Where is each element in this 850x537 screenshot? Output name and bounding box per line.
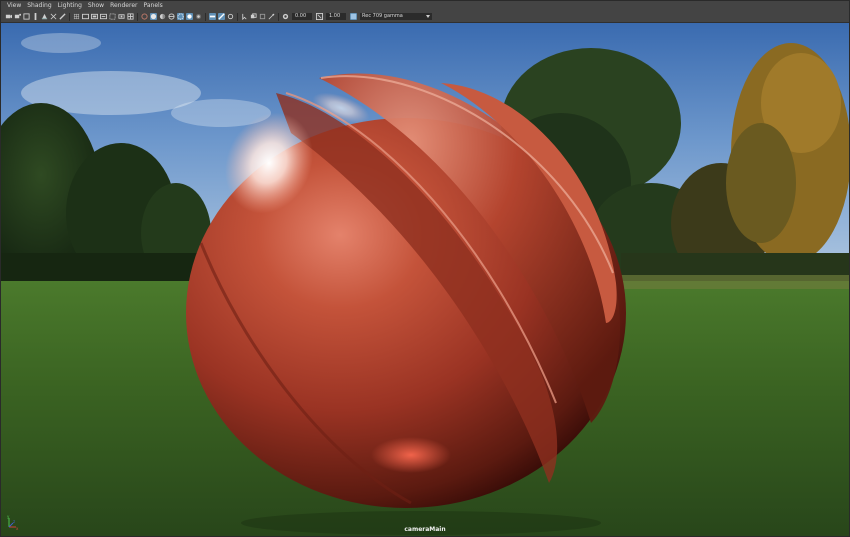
select-camera-icon[interactable] — [5, 13, 12, 20]
far-field — [621, 275, 849, 289]
shading-tools-group — [140, 13, 203, 20]
xray-active-icon[interactable] — [268, 13, 275, 20]
chevron-down-icon — [426, 15, 430, 18]
menu-show[interactable]: Show — [82, 1, 104, 11]
gate-mask-icon[interactable] — [73, 13, 80, 20]
image-plane-icon[interactable] — [32, 13, 39, 20]
render-quality-group — [208, 13, 235, 20]
toolbar-separator — [237, 12, 238, 21]
grid-icon[interactable] — [41, 13, 48, 20]
safe-title-icon[interactable] — [100, 13, 107, 20]
camera-attributes-icon[interactable] — [14, 13, 21, 20]
panel-menu-bar: View Shading Lighting Show Renderer Pane… — [1, 1, 849, 11]
bookmark-icon[interactable] — [23, 13, 30, 20]
toolbar-separator — [205, 12, 206, 21]
isolate-group — [240, 13, 276, 20]
axis-z-label: z — [13, 519, 15, 524]
color-management-group: 0.00 1.00 Rec 709 gamma — [281, 13, 432, 20]
color-management-icon[interactable] — [350, 13, 357, 20]
menu-lighting[interactable]: Lighting — [52, 1, 82, 11]
toolbar-separator — [69, 12, 70, 21]
shadows-icon[interactable] — [186, 13, 193, 20]
gamma-icon[interactable] — [316, 13, 323, 20]
color-space-value: Rec 709 gamma — [362, 13, 403, 19]
gamma-input[interactable]: 1.00 — [326, 13, 346, 20]
camera-tools-group — [4, 13, 67, 20]
color-space-dropdown[interactable]: Rec 709 gamma — [360, 13, 432, 20]
exposure-icon[interactable] — [282, 13, 289, 20]
toolbar-separator — [137, 12, 138, 21]
gate-tools-group — [72, 13, 135, 20]
field-chart-icon[interactable] — [82, 13, 89, 20]
isolate-select-icon[interactable] — [241, 13, 248, 20]
camera-name-label: cameraMain — [404, 526, 446, 533]
film-gate-icon[interactable] — [50, 13, 57, 20]
menu-shading[interactable]: Shading — [21, 1, 51, 11]
viewport-scene — [1, 23, 849, 536]
motion-blur-icon[interactable] — [209, 13, 216, 20]
use-all-lights-icon[interactable] — [177, 13, 184, 20]
smooth-shade-icon[interactable] — [150, 13, 157, 20]
axis-y-label: y — [7, 515, 10, 519]
exposure-input[interactable]: 0.00 — [292, 13, 312, 20]
menu-renderer[interactable]: Renderer — [104, 1, 137, 11]
xray-joints-icon[interactable] — [259, 13, 266, 20]
menu-panels[interactable]: Panels — [137, 1, 162, 11]
xray-icon[interactable] — [250, 13, 257, 20]
toolbar-separator — [278, 12, 279, 21]
viewport-2-icon[interactable] — [127, 13, 134, 20]
menu-view[interactable]: View — [1, 1, 21, 11]
anti-aliasing-icon[interactable] — [218, 13, 225, 20]
depth-of-field-icon[interactable] — [227, 13, 234, 20]
resolution-gate-icon[interactable] — [59, 13, 66, 20]
region-icon[interactable] — [118, 13, 125, 20]
panel-toolbar: 0.00 1.00 Rec 709 gamma — [1, 11, 849, 23]
wireframe-icon[interactable] — [141, 13, 148, 20]
safe-action-icon[interactable] — [91, 13, 98, 20]
overscan-icon[interactable] — [109, 13, 116, 20]
viewport-canvas[interactable]: y x z cameraMain — [1, 23, 849, 536]
ambient-occlusion-icon[interactable] — [195, 13, 202, 20]
textured-icon[interactable] — [168, 13, 175, 20]
cloud — [21, 33, 101, 53]
default-material-icon[interactable] — [159, 13, 166, 20]
maya-viewport-panel: View Shading Lighting Show Renderer Pane… — [0, 0, 850, 537]
